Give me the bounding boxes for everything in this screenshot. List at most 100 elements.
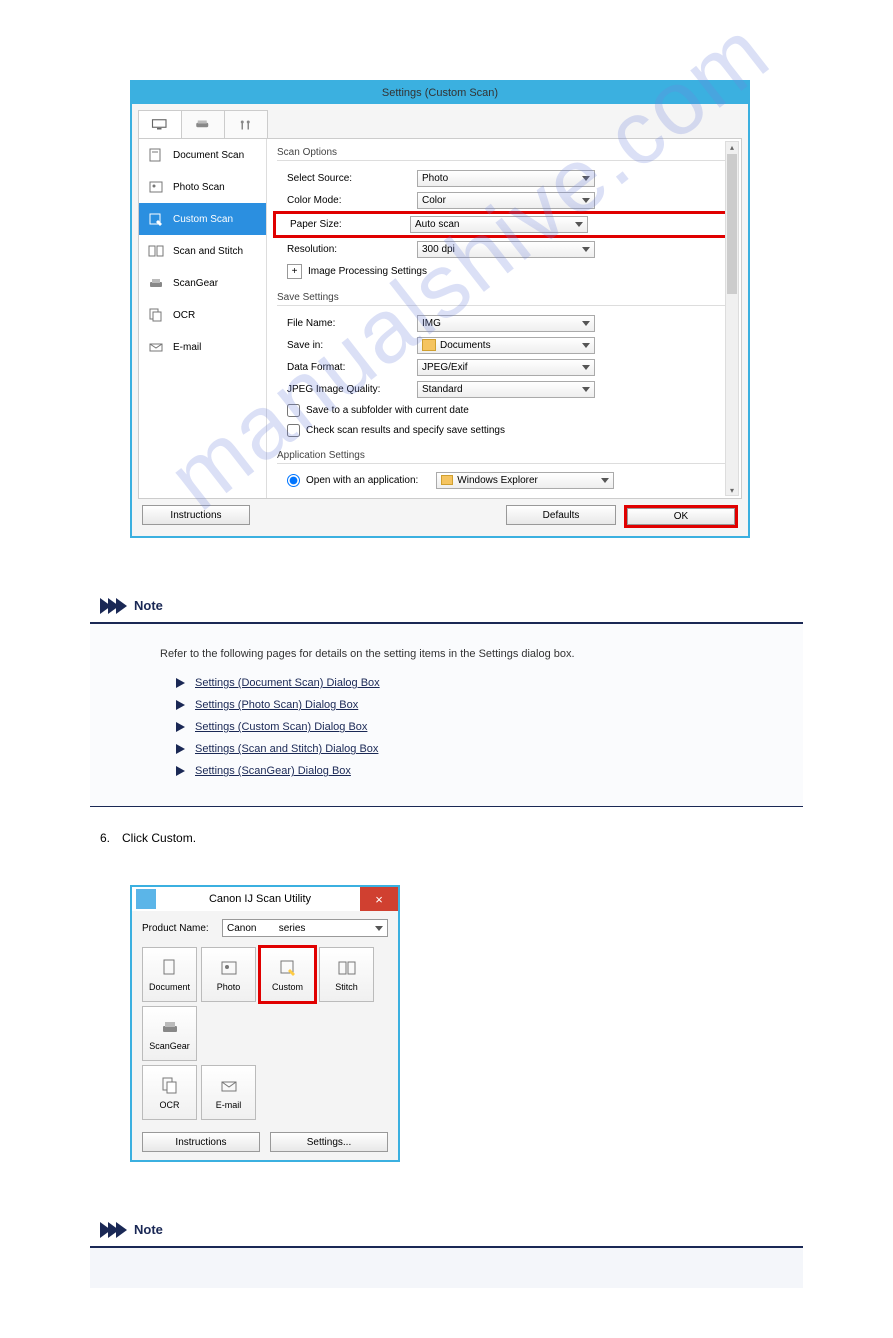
stitch-icon bbox=[147, 243, 165, 259]
open-with-dropdown[interactable]: Windows Explorer bbox=[436, 472, 614, 489]
sidebar-item-label: E-mail bbox=[173, 342, 201, 353]
open-with-row: Open with an application: Windows Explor… bbox=[277, 470, 737, 490]
scroll-up-icon: ▴ bbox=[729, 143, 735, 151]
tile-stitch[interactable]: Stitch bbox=[319, 947, 374, 1002]
vertical-scrollbar[interactable]: ▴ ▾ bbox=[725, 141, 739, 496]
expand-button[interactable]: + bbox=[287, 264, 302, 279]
scan-options-legend: Scan Options bbox=[277, 147, 737, 158]
app-settings-legend: Application Settings bbox=[277, 450, 737, 461]
resolution-dropdown[interactable]: 300 dpi bbox=[417, 241, 595, 258]
ij-scan-utility-window: Canon IJ Scan Utility × Product Name: Ca… bbox=[130, 885, 400, 1162]
ocr-icon bbox=[158, 1076, 182, 1096]
jpeg-quality-row: JPEG Image Quality: Standard bbox=[277, 378, 737, 400]
photo-icon bbox=[147, 179, 165, 195]
arrow-icon bbox=[176, 744, 185, 754]
note2-heading: Note bbox=[134, 1222, 163, 1238]
ref-link-scan-stitch[interactable]: Settings (Scan and Stitch) Dialog Box bbox=[195, 743, 378, 755]
tile-custom[interactable]: Custom bbox=[260, 947, 315, 1002]
sidebar-item-document-scan[interactable]: Document Scan bbox=[139, 139, 266, 171]
ref-link-document-scan[interactable]: Settings (Document Scan) Dialog Box bbox=[195, 677, 380, 689]
note-heading: Note bbox=[134, 598, 163, 614]
sidebar-item-label: OCR bbox=[173, 310, 195, 321]
tab-scanner-button[interactable] bbox=[181, 110, 225, 138]
tile-grid: Document Photo Custom Stitch ScanGear bbox=[142, 947, 388, 1061]
scanner-icon bbox=[194, 118, 212, 132]
note-intro: Refer to the following pages for details… bbox=[160, 648, 803, 660]
check-results-row: Check scan results and specify save sett… bbox=[277, 420, 737, 440]
open-with-radio[interactable] bbox=[287, 474, 300, 487]
arrow-icon bbox=[176, 766, 185, 776]
save-in-dropdown[interactable]: Documents bbox=[417, 337, 595, 354]
note2-box bbox=[90, 1246, 803, 1288]
custom-icon bbox=[147, 211, 165, 227]
save-settings-legend: Save Settings bbox=[277, 292, 737, 303]
ref-link-scangear[interactable]: Settings (ScanGear) Dialog Box bbox=[195, 765, 351, 777]
monitor-icon bbox=[151, 118, 169, 132]
utility-settings-button[interactable]: Settings... bbox=[270, 1132, 388, 1152]
close-button[interactable]: × bbox=[360, 887, 398, 911]
custom-icon bbox=[276, 958, 300, 978]
paper-size-dropdown[interactable]: Auto scan bbox=[410, 216, 588, 233]
sidebar-item-scangear[interactable]: ScanGear bbox=[139, 267, 266, 299]
select-source-dropdown[interactable]: Photo bbox=[417, 170, 595, 187]
save-subfolder-checkbox[interactable] bbox=[287, 404, 300, 417]
product-name-row: Product Name: Canon series bbox=[142, 919, 388, 937]
defaults-button[interactable]: Defaults bbox=[506, 505, 616, 525]
scroll-thumb[interactable] bbox=[727, 154, 737, 294]
sidebar-item-scan-stitch[interactable]: Scan and Stitch bbox=[139, 235, 266, 267]
select-source-row: Select Source: Photo bbox=[277, 167, 737, 189]
arrow-icon bbox=[176, 678, 185, 688]
folder-icon bbox=[441, 475, 453, 485]
document-icon bbox=[147, 147, 165, 163]
tile-ocr[interactable]: OCR bbox=[142, 1065, 197, 1120]
top-tabs bbox=[138, 110, 742, 139]
ref-link-photo-scan[interactable]: Settings (Photo Scan) Dialog Box bbox=[195, 699, 358, 711]
product-name-dropdown[interactable]: Canon series bbox=[222, 919, 388, 937]
sidebar-item-label: ScanGear bbox=[173, 278, 218, 289]
note2-chevron-icon: Note bbox=[100, 1222, 893, 1238]
utility-app-icon bbox=[136, 889, 156, 909]
tab-scan-from-computer[interactable] bbox=[138, 110, 182, 138]
jpeg-quality-label: JPEG Image Quality: bbox=[287, 384, 417, 395]
file-name-input[interactable]: IMG bbox=[417, 315, 595, 332]
instructions-button[interactable]: Instructions bbox=[142, 505, 250, 525]
ok-button[interactable]: OK bbox=[627, 508, 735, 525]
dialog-bottom-bar: Instructions Defaults OK bbox=[138, 499, 742, 532]
tab-general[interactable] bbox=[224, 110, 268, 138]
tile-photo[interactable]: Photo bbox=[201, 947, 256, 1002]
sidebar-item-label: Scan and Stitch bbox=[173, 246, 243, 257]
tile-document[interactable]: Document bbox=[142, 947, 197, 1002]
jpeg-quality-dropdown[interactable]: Standard bbox=[417, 381, 595, 398]
image-processing-label: Image Processing Settings bbox=[308, 266, 427, 277]
select-source-label: Select Source: bbox=[287, 173, 417, 184]
file-name-label: File Name: bbox=[287, 318, 417, 329]
data-format-dropdown[interactable]: JPEG/Exif bbox=[417, 359, 595, 376]
utility-title: Canon IJ Scan Utility bbox=[160, 893, 360, 905]
tile-scangear[interactable]: ScanGear bbox=[142, 1006, 197, 1061]
ref-link-custom-scan[interactable]: Settings (Custom Scan) Dialog Box bbox=[195, 721, 367, 733]
utility-instructions-button[interactable]: Instructions bbox=[142, 1132, 260, 1152]
arrow-icon bbox=[176, 722, 185, 732]
ok-highlight: OK bbox=[624, 505, 738, 528]
sidebar-item-photo-scan[interactable]: Photo Scan bbox=[139, 171, 266, 203]
sidebar-item-custom-scan[interactable]: Custom Scan bbox=[139, 203, 266, 235]
ocr-icon bbox=[147, 307, 165, 323]
arrow-icon bbox=[176, 700, 185, 710]
utility-bottom-bar: Instructions Settings... bbox=[142, 1132, 388, 1152]
scroll-down-icon: ▾ bbox=[729, 486, 735, 494]
file-name-row: File Name: IMG bbox=[277, 312, 737, 334]
data-format-row: Data Format: JPEG/Exif bbox=[277, 356, 737, 378]
resolution-row: Resolution: 300 dpi bbox=[277, 238, 737, 260]
sidebar-item-label: Document Scan bbox=[173, 150, 244, 161]
sidebar-item-email[interactable]: E-mail bbox=[139, 331, 266, 363]
scangear-icon bbox=[158, 1017, 182, 1037]
open-with-label: Open with an application: bbox=[306, 475, 418, 486]
check-results-checkbox[interactable] bbox=[287, 424, 300, 437]
color-mode-dropdown[interactable]: Color bbox=[417, 192, 595, 209]
document-icon bbox=[158, 958, 182, 978]
note-box: Refer to the following pages for details… bbox=[90, 622, 803, 807]
sidebar-item-ocr[interactable]: OCR bbox=[139, 299, 266, 331]
tile-email[interactable]: E-mail bbox=[201, 1065, 256, 1120]
sidebar-item-label: Photo Scan bbox=[173, 182, 225, 193]
paper-size-highlight: Paper Size: Auto scan bbox=[273, 211, 737, 238]
